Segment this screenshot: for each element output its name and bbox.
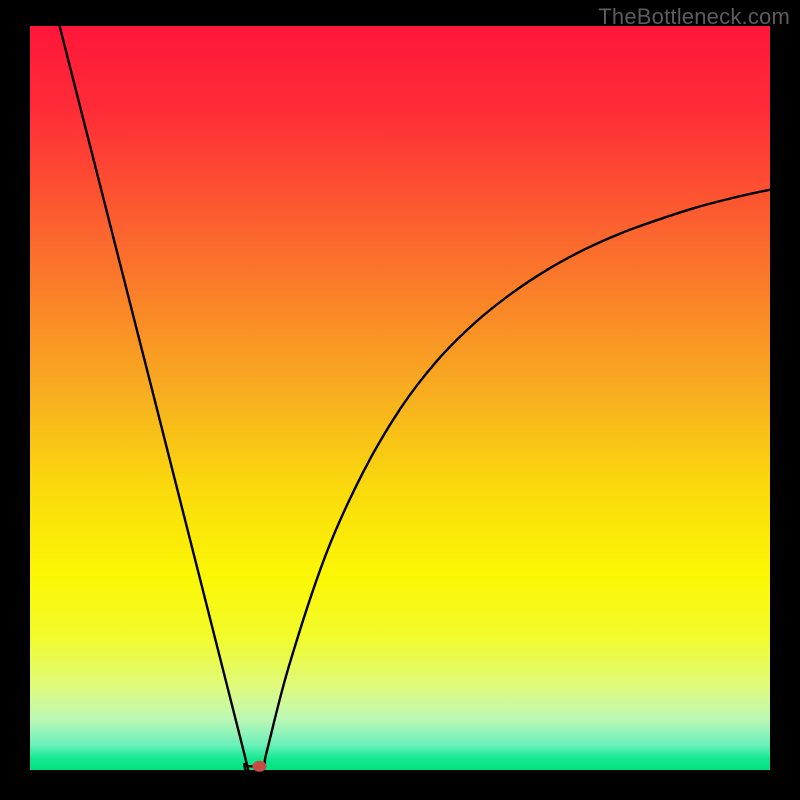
- optimal-point-marker: [252, 761, 266, 772]
- plot-background: [30, 26, 770, 770]
- chart-frame: TheBottleneck.com: [0, 0, 800, 800]
- bottleneck-chart: [0, 0, 800, 800]
- watermark-text: TheBottleneck.com: [598, 4, 790, 30]
